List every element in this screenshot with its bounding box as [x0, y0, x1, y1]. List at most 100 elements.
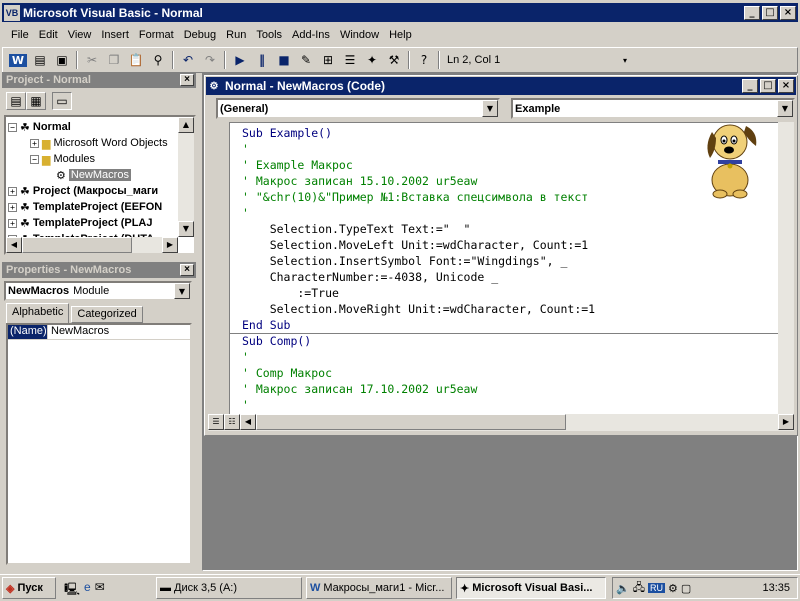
code-line[interactable]: ': [242, 206, 249, 220]
procedure-view-icon[interactable]: ☰: [208, 414, 224, 430]
scroll-down-arrow[interactable]: ▼: [178, 221, 194, 237]
language-indicator[interactable]: RU: [647, 583, 665, 593]
insert-module-icon[interactable]: ▤: [29, 50, 51, 70]
reset-icon[interactable]: ■: [273, 50, 295, 70]
expand-icon[interactable]: +: [8, 202, 17, 212]
code-line[interactable]: Sub Example(): [242, 126, 332, 140]
toolbar-overflow-icon[interactable]: ▾: [623, 56, 627, 65]
paste-icon[interactable]: 📋: [125, 50, 147, 70]
code-line[interactable]: ': [242, 350, 249, 364]
undo-icon[interactable]: ↶: [177, 50, 199, 70]
code-close-button[interactable]: ×: [778, 79, 794, 93]
view-object-icon[interactable]: ▦: [26, 92, 46, 110]
scroll-right-arrow[interactable]: ▶: [162, 237, 178, 253]
tree-node[interactable]: − ☘ Normal: [8, 119, 71, 135]
cut-icon[interactable]: ✂: [81, 50, 103, 70]
tree-node[interactable]: + ☘ TemplateProject (EEFON: [8, 199, 162, 215]
dropdown-arrow-icon[interactable]: ▼: [482, 100, 498, 117]
tray-tool-icon[interactable]: ⚙: [668, 582, 678, 595]
break-icon[interactable]: ‖: [251, 50, 273, 70]
design-mode-icon[interactable]: ✎: [295, 50, 317, 70]
property-value[interactable]: NewMacros: [48, 325, 109, 339]
code-line[interactable]: ': [242, 142, 249, 156]
code-line[interactable]: Selection.TypeText Text:=" ": [242, 222, 471, 236]
taskbar-item-vba[interactable]: ✦ Microsoft Visual Basi...: [456, 577, 606, 599]
scroll-left-arrow[interactable]: ◀: [6, 237, 22, 253]
code-vscrollbar[interactable]: [778, 122, 794, 414]
redo-icon[interactable]: ↷: [199, 50, 221, 70]
collapse-icon[interactable]: −: [30, 154, 39, 164]
close-button[interactable]: ×: [780, 5, 796, 20]
tree-node[interactable]: − ▆ Modules: [30, 151, 95, 167]
find-icon[interactable]: ⚲: [147, 50, 169, 70]
dropdown-arrow-icon[interactable]: ▼: [174, 283, 190, 299]
word-icon[interactable]: W: [7, 50, 29, 70]
show-desktop-icon[interactable]: 🖳: [64, 580, 80, 601]
run-icon[interactable]: ▶: [229, 50, 251, 70]
code-line[interactable]: ' Макрос записан 17.10.2002 ur5eaw: [242, 382, 477, 396]
menu-help[interactable]: Help: [384, 26, 417, 44]
tree-node[interactable]: + ☘ Project (Макросы_маги: [8, 183, 158, 199]
minimize-button[interactable]: _: [744, 5, 760, 20]
volume-icon[interactable]: 🔈: [616, 582, 630, 595]
code-line[interactable]: ' Comp Макрос: [242, 366, 332, 380]
menu-run[interactable]: Run: [221, 26, 251, 44]
menu-insert[interactable]: Insert: [96, 26, 134, 44]
code-line[interactable]: :=True: [242, 286, 339, 300]
menu-addins[interactable]: Add-Ins: [287, 26, 335, 44]
code-line[interactable]: ' Example Макрос: [242, 158, 353, 172]
code-line[interactable]: CharacterNumber:=-4038, Unicode _: [242, 270, 499, 284]
hscroll-thumb[interactable]: [256, 414, 566, 430]
scroll-up-arrow[interactable]: ▲: [178, 117, 194, 133]
expand-icon[interactable]: +: [8, 218, 17, 228]
scroll-right-arrow[interactable]: ▶: [778, 414, 794, 430]
maximize-button[interactable]: □: [762, 5, 778, 20]
code-line[interactable]: End Sub: [242, 318, 290, 332]
dropdown-arrow-icon[interactable]: ▼: [777, 100, 793, 117]
menu-tools[interactable]: Tools: [251, 26, 287, 44]
full-module-view-icon[interactable]: ☷: [224, 414, 240, 430]
tree-node[interactable]: + ▆ Microsoft Word Objects: [30, 135, 168, 151]
menu-edit[interactable]: Edit: [34, 26, 63, 44]
office-assistant-dog-icon[interactable]: [698, 112, 762, 200]
outlook-icon[interactable]: ✉: [95, 580, 105, 601]
object-browser-icon[interactable]: ✦: [361, 50, 383, 70]
object-combo[interactable]: (General) ▼: [216, 98, 500, 119]
code-line[interactable]: ' "&chr(10)&"Пример №1:Вставка спецсимво…: [242, 190, 588, 204]
code-line[interactable]: Selection.MoveLeft Unit:=wdCharacter, Co…: [242, 238, 589, 252]
properties-object-select[interactable]: NewMacros Module ▼: [4, 281, 192, 301]
tree-vscrollbar[interactable]: ▲ ▼: [178, 117, 194, 237]
start-button[interactable]: ◈ Пуск: [2, 577, 56, 599]
menu-window[interactable]: Window: [335, 26, 384, 44]
project-explorer-icon[interactable]: ⊞: [317, 50, 339, 70]
menu-view[interactable]: View: [63, 26, 97, 44]
code-line[interactable]: Sub Comp(): [242, 334, 311, 348]
code-line[interactable]: Selection.InsertSymbol Font:="Wingdings"…: [242, 254, 568, 268]
code-line[interactable]: ': [242, 398, 249, 412]
code-line[interactable]: Selection.MoveRight Unit:=wdCharacter, C…: [242, 302, 595, 316]
copy-icon[interactable]: ❐: [103, 50, 125, 70]
tab-alphabetic[interactable]: Alphabetic: [6, 303, 70, 323]
tray-monitor-icon[interactable]: ▢: [681, 582, 691, 595]
toggle-folders-icon[interactable]: ▭: [52, 92, 72, 110]
expand-icon[interactable]: +: [8, 186, 17, 196]
network-icon[interactable]: 🖧: [633, 579, 645, 598]
menu-format[interactable]: Format: [134, 26, 179, 44]
taskbar-item-word[interactable]: W Макросы_маги1 - Micr...: [306, 577, 452, 599]
internet-explorer-icon[interactable]: e: [84, 580, 91, 601]
code-line[interactable]: ' Макрос записан 15.10.2002 ur5eaw: [242, 174, 477, 188]
scroll-left-arrow[interactable]: ◀: [240, 414, 256, 430]
toolbox-icon[interactable]: ⚒: [383, 50, 405, 70]
expand-icon[interactable]: +: [30, 138, 39, 148]
property-row[interactable]: (Name) NewMacros: [8, 325, 190, 340]
collapse-icon[interactable]: −: [8, 122, 17, 132]
tree-hscrollbar[interactable]: ◀ ▶: [6, 237, 178, 253]
menu-debug[interactable]: Debug: [179, 26, 221, 44]
code-minimize-button[interactable]: _: [742, 79, 758, 93]
tree-node[interactable]: + ☘ TemplateProject (PLAJ: [8, 215, 152, 231]
tree-node[interactable]: ⚙ NewMacros: [56, 167, 131, 183]
menu-file[interactable]: File: [6, 26, 34, 44]
project-close-button[interactable]: ×: [180, 74, 194, 86]
tab-categorized[interactable]: Categorized: [71, 306, 143, 323]
help-icon[interactable]: ?: [413, 50, 435, 70]
